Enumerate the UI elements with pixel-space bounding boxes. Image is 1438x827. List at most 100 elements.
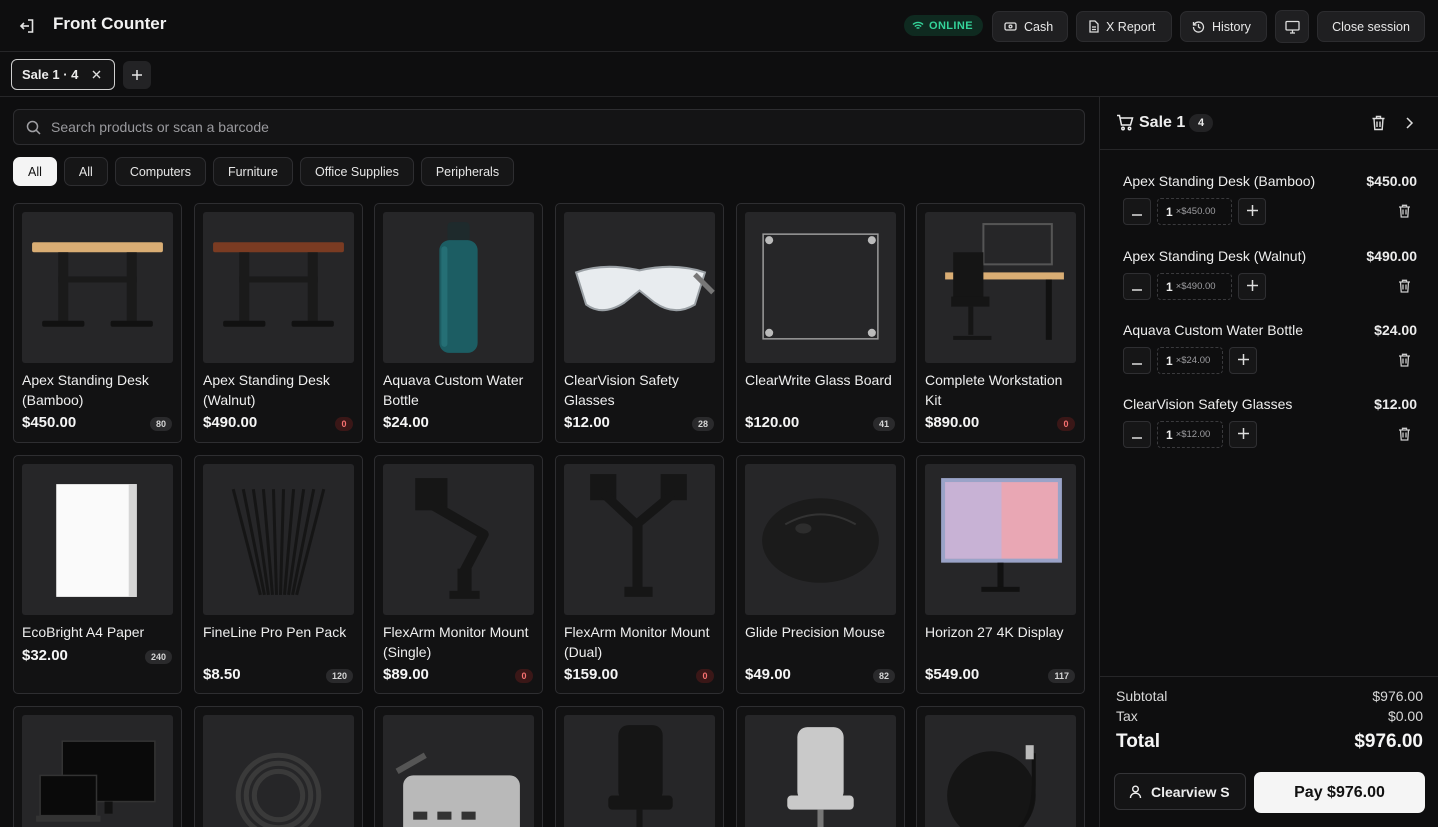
tab-sale-1[interactable]: Sale 1 · 4: [11, 59, 115, 90]
product-card[interactable]: EcoBright A4 Paper $32.00 240: [13, 455, 182, 694]
decrement-button[interactable]: [1123, 421, 1151, 448]
product-card[interactable]: [555, 706, 724, 827]
product-card[interactable]: [13, 706, 182, 827]
cart-totals: Subtotal $976.00 Tax $0.00 Total $976.00…: [1100, 676, 1438, 827]
product-card[interactable]: ClearVision Safety Glasses $12.00 28: [555, 203, 724, 443]
cash-button[interactable]: Cash: [992, 11, 1068, 42]
pay-button[interactable]: Pay $976.00: [1254, 772, 1425, 813]
close-icon[interactable]: [92, 70, 101, 79]
cart-header: Sale 1 4: [1100, 97, 1438, 150]
product-price: $12.00: [564, 414, 610, 431]
product-card[interactable]: [374, 706, 543, 827]
cash-icon: [1004, 22, 1017, 31]
decrement-button[interactable]: [1123, 347, 1151, 374]
cart-count-badge: 4: [1189, 114, 1213, 132]
category-chip-furniture[interactable]: Furniture: [212, 157, 293, 186]
cart-line-total: $450.00: [1366, 173, 1417, 189]
stock-badge: 240: [144, 650, 172, 664]
close-session-button[interactable]: Close session: [1317, 11, 1425, 42]
product-price: $24.00: [383, 414, 429, 431]
product-card[interactable]: [194, 706, 363, 827]
quantity-value: 1: [1166, 427, 1173, 442]
office-chair-grey-icon: [745, 715, 896, 827]
plus-icon: [1246, 279, 1258, 294]
minus-icon: [1132, 279, 1142, 294]
quantity-field[interactable]: 1 ×$24.00: [1157, 347, 1223, 374]
increment-button[interactable]: [1229, 347, 1257, 374]
product-card[interactable]: [916, 706, 1085, 827]
product-price: $159.00: [564, 666, 619, 683]
plus-icon: [1237, 353, 1249, 368]
cart-line: Apex Standing Desk (Bamboo) $450.00 1 ×$450…: [1123, 173, 1417, 239]
add-sale-button[interactable]: [123, 61, 151, 89]
search-input[interactable]: [51, 119, 1051, 135]
category-chip-all[interactable]: All: [13, 157, 57, 186]
category-chip-office-supplies[interactable]: Office Supplies: [299, 157, 414, 186]
quantity-field[interactable]: 1 ×$12.00: [1157, 421, 1223, 448]
product-price: $89.00: [383, 666, 429, 683]
increment-button[interactable]: [1238, 198, 1266, 225]
category-chip-peripherals[interactable]: Peripherals: [420, 157, 515, 186]
chevron-right-icon[interactable]: [1405, 116, 1414, 130]
product-card[interactable]: [736, 706, 905, 827]
cart-line-name: Apex Standing Desk (Walnut): [1123, 248, 1307, 264]
unit-price: ×$12.00: [1175, 429, 1211, 440]
customer-display-button[interactable]: [1275, 10, 1309, 43]
unit-price: ×$490.00: [1175, 281, 1216, 292]
x-report-button[interactable]: X Report: [1076, 11, 1172, 42]
quantity-field[interactable]: 1 ×$450.00: [1157, 198, 1232, 225]
category-filter: All All Computers Furniture Office Suppl…: [13, 157, 515, 186]
trash-icon[interactable]: [1395, 425, 1413, 443]
product-name: Apex Standing Desk (Walnut): [203, 372, 330, 408]
cart-line-name: Apex Standing Desk (Bamboo): [1123, 173, 1316, 189]
product-card[interactable]: Glide Precision Mouse $49.00 82: [736, 455, 905, 694]
product-price: $32.00: [22, 647, 68, 664]
status-text: ONLINE: [929, 19, 973, 32]
trash-icon[interactable]: [1395, 351, 1413, 369]
trash-icon[interactable]: [1371, 115, 1386, 131]
product-card[interactable]: FineLine Pro Pen Pack $8.50 120: [194, 455, 363, 694]
product-price: $120.00: [745, 414, 800, 431]
monitor-arm-single-icon: [383, 464, 534, 615]
product-name: ClearVision Safety Glasses: [564, 372, 679, 408]
product-card[interactable]: Apex Standing Desk (Bamboo) $450.00 80: [13, 203, 182, 443]
cash-label: Cash: [1024, 19, 1054, 34]
increment-button[interactable]: [1238, 273, 1266, 300]
cart-line-total: $24.00: [1374, 322, 1417, 338]
product-grid: Apex Standing Desk (Bamboo) $450.00 80 Apex…: [13, 203, 1085, 827]
glass-board-icon: [745, 212, 896, 363]
quantity-field[interactable]: 1 ×$490.00: [1157, 273, 1232, 300]
product-card[interactable]: Complete Workstation Kit $890.00 0: [916, 203, 1085, 443]
history-label: History: [1212, 19, 1251, 34]
product-card[interactable]: Horizon 27 4K Display $549.00 117: [916, 455, 1085, 694]
decrement-button[interactable]: [1123, 198, 1151, 225]
total-value: $976.00: [1354, 731, 1423, 752]
product-card[interactable]: Apex Standing Desk (Walnut) $490.00 0: [194, 203, 363, 443]
minus-icon: [1132, 427, 1142, 442]
decrement-button[interactable]: [1123, 273, 1151, 300]
history-button[interactable]: History: [1180, 11, 1267, 42]
customer-button[interactable]: Clearview S: [1114, 773, 1246, 810]
product-card[interactable]: FlexArm Monitor Mount (Dual) $159.00 0: [555, 455, 724, 694]
increment-button[interactable]: [1229, 421, 1257, 448]
category-chip-computers[interactable]: Computers: [114, 157, 206, 186]
product-card[interactable]: Aquava Custom Water Bottle $24.00: [374, 203, 543, 443]
product-card[interactable]: ClearWrite Glass Board $120.00 41: [736, 203, 905, 443]
exit-icon[interactable]: [16, 15, 38, 37]
total-label: Total: [1116, 731, 1160, 752]
minus-icon: [1132, 353, 1142, 368]
top-bar: Front Counter ONLINE Cash X Report Histo…: [0, 0, 1438, 52]
trash-icon[interactable]: [1395, 277, 1413, 295]
cart-line-name: Aquava Custom Water Bottle: [1123, 322, 1304, 338]
water-bottle-icon: [383, 212, 534, 363]
tax-row: Tax $0.00: [1116, 708, 1423, 724]
trash-icon[interactable]: [1395, 202, 1413, 220]
monitor-arm-dual-icon: [564, 464, 715, 615]
close-session-label: Close session: [1332, 19, 1410, 34]
sale-tabs-bar: Sale 1 · 4: [0, 52, 1438, 97]
tax-value: $0.00: [1387, 708, 1423, 724]
wifi-icon: [912, 21, 924, 29]
total-row: Total $976.00: [1116, 731, 1423, 753]
category-chip-all-2[interactable]: All: [63, 157, 108, 186]
product-card[interactable]: FlexArm Monitor Mount (Single) $89.00 0: [374, 455, 543, 694]
